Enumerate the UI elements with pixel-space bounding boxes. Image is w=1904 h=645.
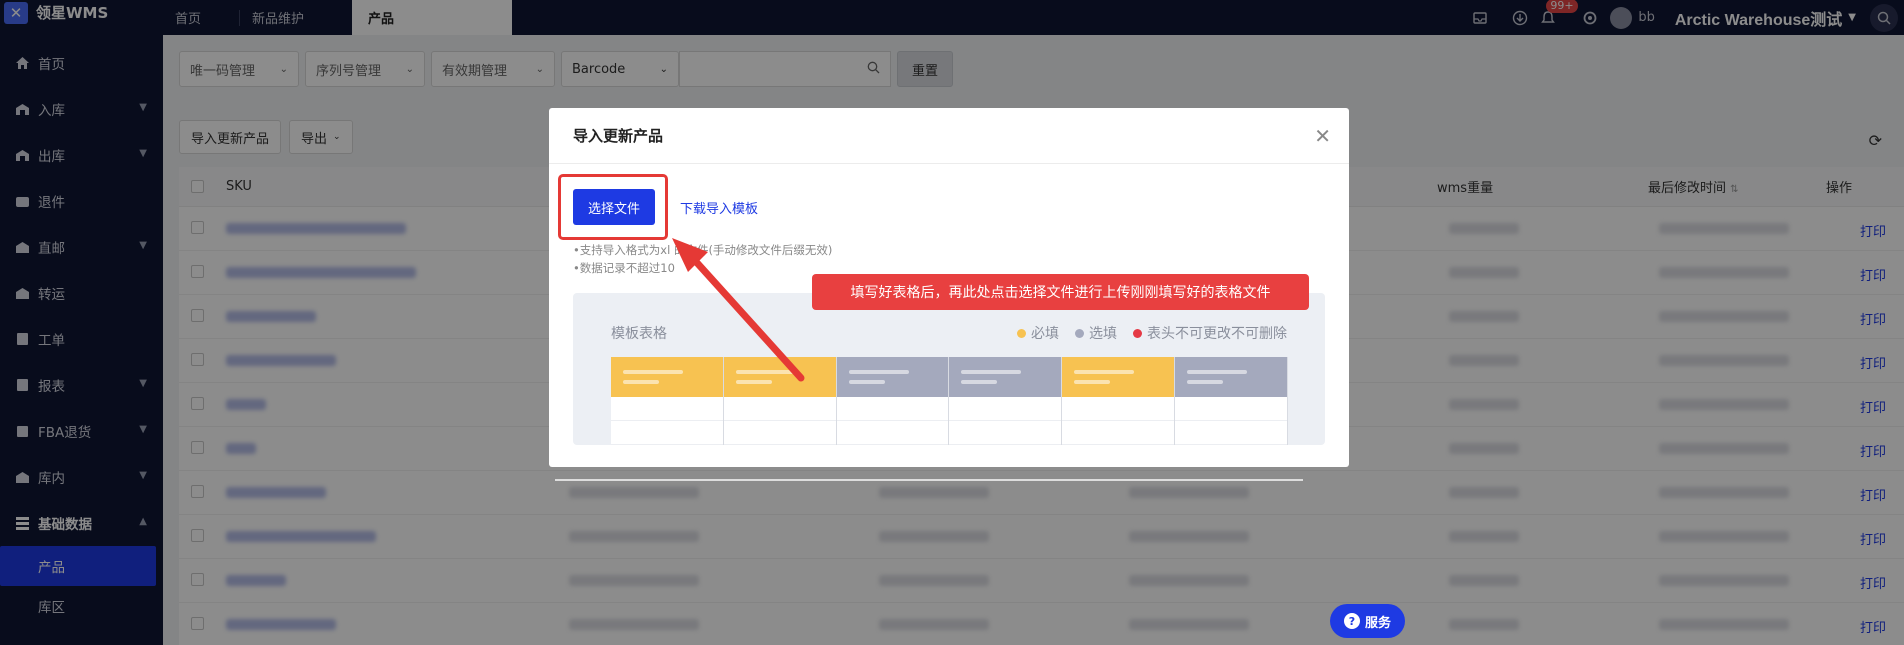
modal-title: 导入更新产品	[549, 108, 1349, 164]
close-icon[interactable]: ✕	[1314, 124, 1331, 148]
legend-dot	[1017, 329, 1026, 338]
hint-format: •支持导入格式为xl 的文件(手动修改文件后缀无效)	[573, 243, 833, 257]
modal-divider	[555, 479, 1303, 481]
annotation-callout: 填写好表格后，再此处点击选择文件进行上传刚刚填写好的表格文件	[812, 274, 1309, 310]
template-column-required	[1062, 357, 1176, 445]
download-template-link[interactable]: 下载导入模板	[680, 198, 758, 217]
template-column-optional	[949, 357, 1063, 445]
legend-locked-header: 表头不可更改不可删除	[1133, 323, 1287, 343]
service-label: 服务	[1364, 615, 1391, 631]
template-column-optional	[1175, 357, 1288, 445]
template-grid	[611, 357, 1288, 445]
hint-limit: •数据记录不超过10	[573, 261, 675, 275]
help-icon: ?	[1343, 613, 1360, 629]
template-preview: 模板表格 必填 选填 表头不可更改不可删除	[573, 293, 1325, 445]
legend-label: 必填	[1031, 326, 1059, 342]
legend-optional: 选填	[1075, 323, 1117, 343]
legend-required: 必填	[1017, 323, 1059, 343]
template-title: 模板表格	[611, 326, 667, 342]
choose-file-button[interactable]: 选择文件	[573, 189, 655, 225]
legend-label: 表头不可更改不可删除	[1147, 326, 1287, 342]
legend-label: 选填	[1089, 326, 1117, 342]
import-modal: 导入更新产品 ✕ 选择文件 下载导入模板 •支持导入格式为xl 的文件(手动修改…	[549, 108, 1349, 467]
template-legend: 必填 选填 表头不可更改不可删除	[1017, 323, 1287, 343]
service-button[interactable]: ? 服务	[1330, 604, 1405, 638]
template-column-required	[611, 357, 724, 445]
template-column-optional	[836, 357, 950, 445]
legend-dot	[1133, 329, 1142, 338]
template-column-required	[723, 357, 837, 445]
legend-dot	[1075, 329, 1084, 338]
